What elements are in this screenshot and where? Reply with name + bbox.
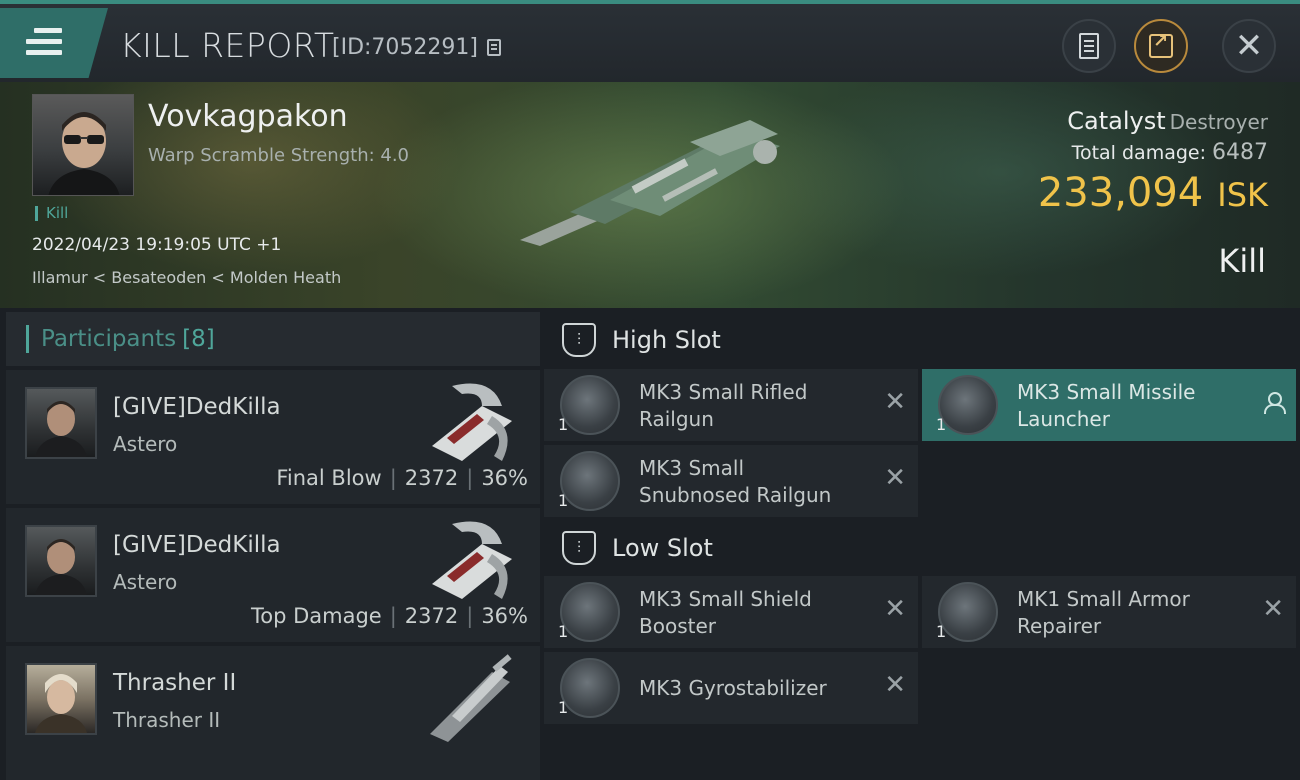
remove-icon[interactable]: ✕ bbox=[884, 672, 906, 698]
total-damage: Total damage: 6487 bbox=[1072, 140, 1268, 165]
damage-label: Total damage: bbox=[1071, 142, 1206, 164]
report-icon bbox=[1079, 33, 1099, 59]
menu-icon bbox=[26, 28, 62, 61]
page-title: KILL REPORT bbox=[120, 26, 335, 65]
participant-ship-image bbox=[432, 521, 512, 599]
participant-name: Thrasher II bbox=[113, 670, 237, 696]
participant-ship-image bbox=[430, 654, 512, 742]
isk-loss: 233,094 ISK bbox=[1038, 170, 1268, 216]
participant-row[interactable]: Thrasher II Thrasher II bbox=[6, 646, 540, 780]
copy-icon[interactable] bbox=[487, 39, 501, 56]
gyrostabilizer-icon bbox=[560, 658, 620, 718]
avatar bbox=[25, 525, 97, 597]
share-icon bbox=[1149, 31, 1173, 58]
low-slot-icon: ⫶ bbox=[562, 531, 596, 565]
high-slot-header: ⫶ High Slot bbox=[544, 312, 1300, 368]
share-button[interactable] bbox=[1134, 19, 1188, 73]
kill-datetime: 2022/04/23 19:19:05 UTC +1 bbox=[32, 235, 282, 255]
module-name: MK3 Small Snubnosed Railgun bbox=[639, 456, 832, 507]
module-item[interactable]: 1 MK3 Gyrostabilizer ✕ bbox=[544, 652, 918, 724]
module-item[interactable]: 1 MK3 Small Rifled Railgun ✕ bbox=[544, 369, 918, 441]
avatar bbox=[25, 663, 97, 735]
remove-icon[interactable]: ✕ bbox=[884, 465, 906, 491]
ship-class: Destroyer bbox=[1169, 110, 1268, 134]
menu-button[interactable] bbox=[0, 8, 108, 78]
victim-ship-image bbox=[520, 120, 780, 246]
fitting-panel: ⫶ High Slot 1 MK3 Small Rifled Railgun ✕ … bbox=[544, 312, 1300, 750]
module-quantity: 1 bbox=[558, 622, 569, 641]
isk-unit: ISK bbox=[1217, 176, 1268, 214]
low-slot-header: ⫶ Low Slot bbox=[544, 520, 1300, 576]
module-quantity: 1 bbox=[558, 698, 569, 717]
victim-portrait[interactable] bbox=[32, 94, 134, 196]
isk-value: 233,094 bbox=[1037, 170, 1204, 216]
module-name: MK3 Gyrostabilizer bbox=[639, 676, 827, 700]
module-name: MK3 Small Rifled Railgun bbox=[639, 380, 808, 431]
participants-label: Participants bbox=[41, 326, 177, 352]
module-item[interactable]: 1 MK3 Small Snubnosed Railgun ✕ bbox=[544, 445, 918, 517]
module-name: MK1 Small Armor Repairer bbox=[1017, 587, 1190, 638]
participant-role: Top Damage bbox=[250, 604, 382, 628]
participant-stats: Final Blow | 2372 | 36% bbox=[276, 466, 528, 490]
kill-tag: Kill bbox=[35, 206, 68, 221]
module-name: MK3 Small Shield Booster bbox=[639, 587, 812, 638]
module-quantity: 1 bbox=[936, 415, 947, 434]
module-item[interactable]: 1 MK3 Small Shield Booster ✕ bbox=[544, 576, 918, 648]
participants-panel: Participants [8] [GIVE]DedKilla Astero F… bbox=[6, 312, 540, 780]
module-quantity: 1 bbox=[558, 415, 569, 434]
close-icon: ✕ bbox=[1234, 26, 1264, 66]
participant-ship: Astero bbox=[113, 570, 178, 594]
shield-booster-icon bbox=[560, 582, 620, 642]
participant-role: Final Blow bbox=[276, 466, 382, 490]
report-id: [ID:7052291] bbox=[332, 35, 478, 60]
participant-name: [GIVE]DedKilla bbox=[113, 394, 281, 420]
close-button[interactable]: ✕ bbox=[1222, 19, 1276, 73]
participants-count: [8] bbox=[182, 326, 215, 352]
participant-percent: 36% bbox=[481, 466, 528, 490]
module-item[interactable]: 1 MK1 Small Armor Repairer ✕ bbox=[922, 576, 1296, 648]
avatar bbox=[25, 387, 97, 459]
module-quantity: 1 bbox=[936, 622, 947, 641]
victim-ship[interactable]: Catalyst Destroyer bbox=[1067, 107, 1268, 135]
participant-stats: Top Damage | 2372 | 36% bbox=[250, 604, 528, 628]
participants-header[interactable]: Participants [8] bbox=[6, 312, 540, 366]
remove-icon[interactable]: ✕ bbox=[884, 389, 906, 415]
participant-damage: 2372 bbox=[404, 466, 459, 490]
participant-damage: 2372 bbox=[404, 604, 459, 628]
railgun-icon bbox=[560, 451, 620, 511]
victim-header: Vovkagpakon Warp Scramble Strength: 4.0 … bbox=[0, 82, 1300, 308]
warp-scramble-strength: Warp Scramble Strength: 4.0 bbox=[148, 145, 410, 166]
module-name: MK3 Small Missile Launcher bbox=[1017, 380, 1196, 431]
armor-repairer-icon bbox=[938, 582, 998, 642]
remove-icon[interactable]: ✕ bbox=[1262, 596, 1284, 622]
ship-name: Catalyst bbox=[1067, 107, 1166, 135]
remove-icon[interactable]: ✕ bbox=[884, 596, 906, 622]
damage-value: 6487 bbox=[1212, 140, 1268, 165]
pilot-icon[interactable] bbox=[1264, 392, 1286, 414]
participant-ship-image bbox=[432, 383, 512, 461]
module-item[interactable]: 1 MK3 Small Missile Launcher bbox=[922, 369, 1296, 441]
participant-ship: Astero bbox=[113, 432, 178, 456]
report-button[interactable] bbox=[1062, 19, 1116, 73]
missile-launcher-icon bbox=[938, 375, 998, 435]
low-slot-label: Low Slot bbox=[612, 534, 713, 562]
high-slot-icon: ⫶ bbox=[562, 323, 596, 357]
kill-location: Illamur < Besateoden < Molden Heath bbox=[32, 268, 342, 287]
participant-percent: 36% bbox=[481, 604, 528, 628]
high-slot-label: High Slot bbox=[612, 326, 721, 354]
module-quantity: 1 bbox=[558, 491, 569, 510]
participant-row[interactable]: [GIVE]DedKilla Astero Final Blow | 2372 | 36… bbox=[6, 370, 540, 504]
participant-row[interactable]: [GIVE]DedKilla Astero Top Damage | 2372 | 36… bbox=[6, 508, 540, 642]
victim-name[interactable]: Vovkagpakon bbox=[148, 99, 348, 134]
result-label: Kill bbox=[1218, 242, 1266, 280]
participant-ship: Thrasher II bbox=[113, 708, 221, 732]
participant-name: [GIVE]DedKilla bbox=[113, 532, 281, 558]
railgun-icon bbox=[560, 375, 620, 435]
top-bar: KILL REPORT [ID:7052291] ✕ bbox=[0, 0, 1300, 82]
